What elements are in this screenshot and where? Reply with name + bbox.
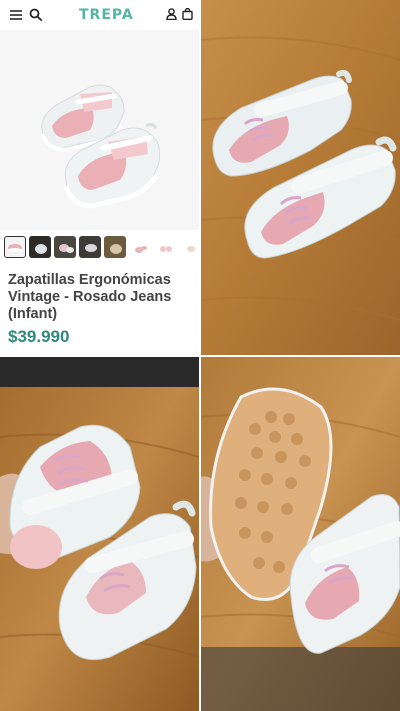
- product-price: $39.990: [8, 327, 70, 346]
- brand-logo[interactable]: TREPA: [79, 5, 133, 25]
- user-icon[interactable]: [166, 8, 177, 20]
- thumbnail-5[interactable]: [104, 236, 126, 258]
- shopping-bag-icon[interactable]: [182, 8, 193, 20]
- screenshot-collage: TREPA Zapatillas Ergonómicas Vintage - R…: [0, 0, 400, 711]
- horizontal-divider: [0, 355, 400, 357]
- thumbnail-1[interactable]: [4, 236, 26, 258]
- product-title: Zapatillas Ergonómicas Vintage - Rosado …: [8, 272, 172, 322]
- customer-photo-top-view: [201, 0, 400, 355]
- top-bar: TREPA: [0, 0, 199, 30]
- sneakers-product-photo: [0, 30, 199, 230]
- customer-photo-sole-view: [201, 357, 400, 711]
- thumbnail-8[interactable]: [179, 236, 199, 258]
- product-page: TREPA Zapatillas Ergonómicas Vintage - R…: [0, 0, 199, 355]
- product-main-image[interactable]: [0, 30, 199, 230]
- thumbnail-3[interactable]: [54, 236, 76, 258]
- thumbnail-4[interactable]: [79, 236, 101, 258]
- thumbnail-6[interactable]: [129, 236, 151, 258]
- thumbnail-2[interactable]: [29, 236, 51, 258]
- hamburger-menu-icon[interactable]: [10, 10, 22, 20]
- search-icon[interactable]: [29, 8, 42, 21]
- thumbnail-7[interactable]: [154, 236, 176, 258]
- thumbnail-strip: [4, 236, 199, 258]
- customer-photo-side-view: [0, 357, 199, 711]
